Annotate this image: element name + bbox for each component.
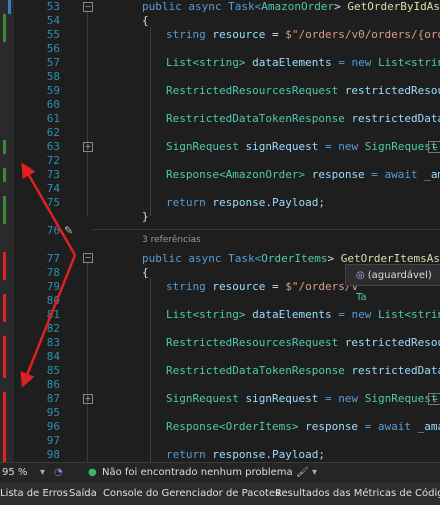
cleanup-brush-icon[interactable]: 🖌 <box>296 467 309 478</box>
issues-status[interactable]: Não foi encontrado nenhum problema <box>102 467 293 478</box>
code-editor[interactable]: 53 54 55 56 57 58 59 60 61 62 63 72 73 7… <box>0 0 440 462</box>
check-circle-icon: ● <box>88 467 97 478</box>
annotation-arrow <box>20 254 77 388</box>
zoom-dropdown-icon[interactable]: ▾ <box>40 467 45 478</box>
annotation-arrow <box>21 162 77 256</box>
annotation-arrows <box>20 162 77 388</box>
zoom-level[interactable]: 95 % <box>2 467 27 478</box>
tab-code-metrics-results[interactable]: Resultados das Métricas de Código <box>275 488 440 499</box>
tab-error-list[interactable]: Lista de Erros <box>0 488 68 499</box>
cleanup-dropdown-icon[interactable]: ▾ <box>312 467 317 478</box>
tool-window-tabs: Lista de Erros Saída Console do Gerencia… <box>0 483 440 505</box>
tab-output[interactable]: Saída <box>69 488 97 499</box>
live-share-icon[interactable]: ◔ <box>54 467 63 478</box>
tab-package-manager-console[interactable]: Console do Gerenciador de Pacotes <box>103 488 280 499</box>
editor-status-bar: 95 % ▾ ◔ ● Não foi encontrado nenhum pro… <box>0 462 440 483</box>
